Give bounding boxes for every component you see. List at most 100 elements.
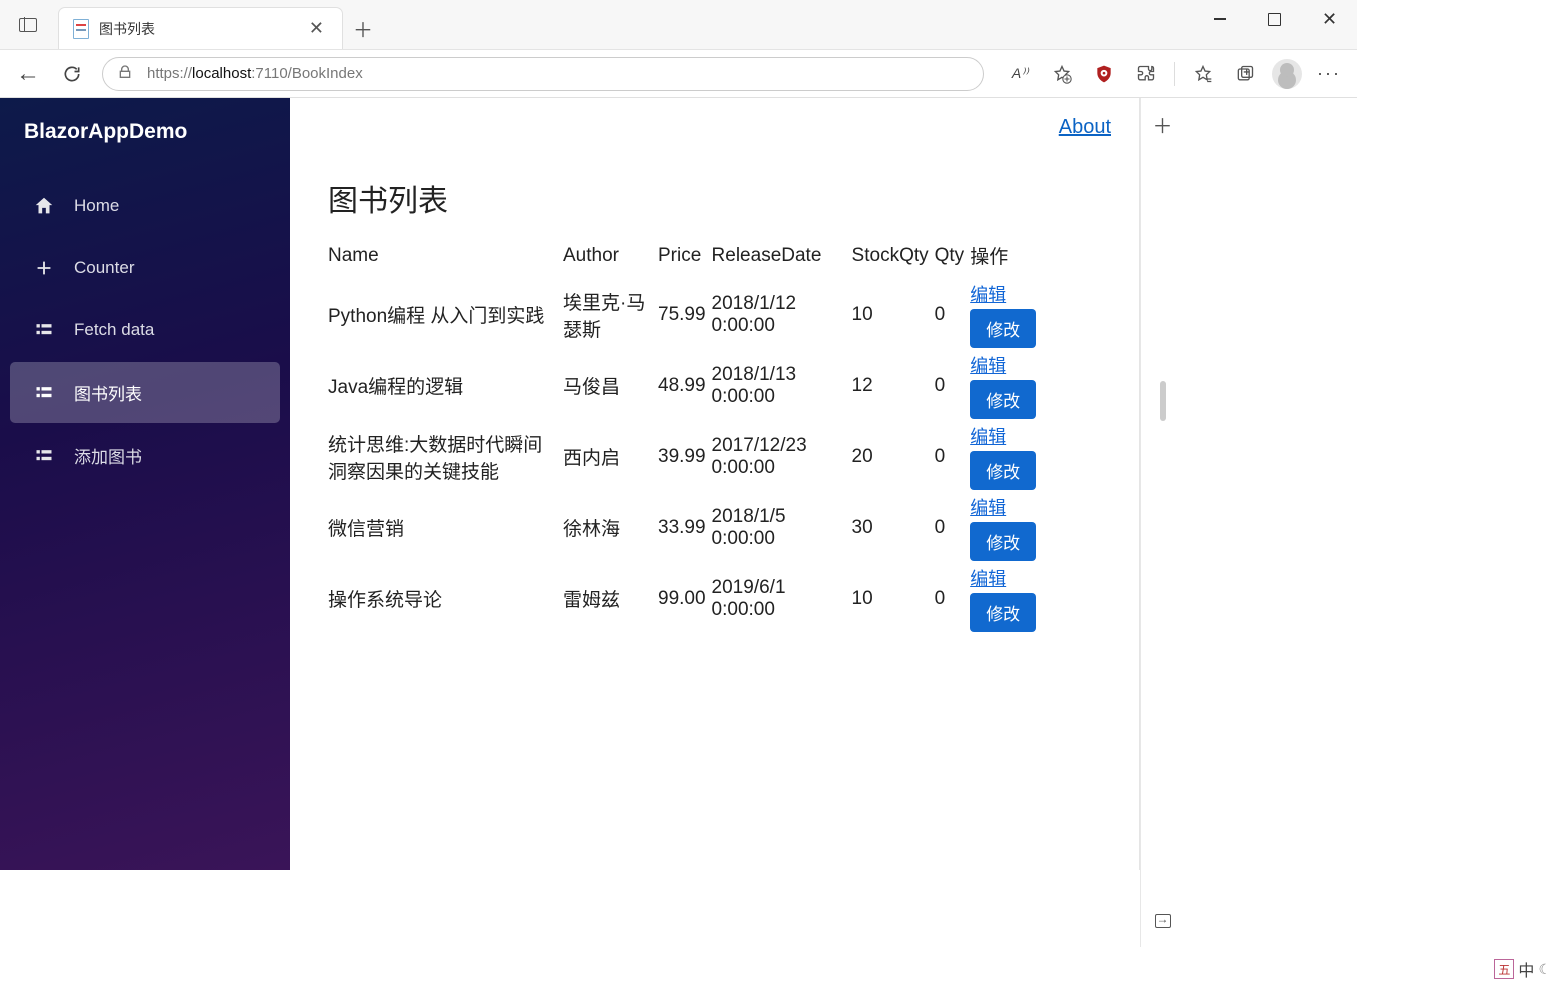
cell-author: 徐林海 (563, 492, 658, 563)
cell-stock: 20 (852, 421, 935, 492)
cell-name: Python编程 从入门到实践 (328, 279, 563, 350)
sidebar-add-button[interactable]: ＋ (1149, 110, 1177, 138)
window-close-button[interactable]: ✕ (1302, 0, 1357, 38)
favorites-hub-button[interactable] (1183, 54, 1223, 94)
cell-price: 75.99 (658, 279, 712, 350)
cell-price: 48.99 (658, 350, 712, 421)
table-row: Java编程的逻辑马俊昌48.992018/1/13 0:00:00120编辑修… (328, 350, 1050, 421)
cell-ops: 编辑修改 (970, 492, 1050, 563)
book-table: Name Author Price ReleaseDate StockQty Q… (328, 238, 1050, 634)
window-maximize-button[interactable] (1247, 0, 1302, 38)
edit-link[interactable]: 编辑 (970, 281, 1044, 307)
tab-close-button[interactable]: ✕ (303, 14, 330, 43)
address-bar[interactable]: https://localhost:7110/BookIndex (102, 57, 984, 91)
puzzle-icon (1136, 64, 1156, 84)
browser-toolbar: ← https://localhost:7110/BookIndex A⁾⁾ ·… (0, 50, 1357, 98)
edit-link[interactable]: 编辑 (970, 565, 1044, 591)
window-minimize-button[interactable] (1192, 0, 1247, 38)
site-lock-icon (117, 64, 133, 84)
about-link[interactable]: About (1059, 116, 1111, 139)
read-aloud-button[interactable]: A⁾⁾ (1000, 54, 1040, 94)
cell-name: 微信营销 (328, 492, 563, 563)
rail-scroll-handle[interactable] (1160, 381, 1166, 421)
star-add-icon (1052, 64, 1072, 84)
tab-favicon-icon (73, 19, 89, 39)
more-button[interactable]: ··· (1309, 54, 1349, 94)
cell-author: 雷姆兹 (563, 563, 658, 634)
cell-name: Java编程的逻辑 (328, 350, 563, 421)
cell-author: 西内启 (563, 421, 658, 492)
col-ops: 操作 (970, 238, 1050, 279)
edit-link[interactable]: 编辑 (970, 352, 1044, 378)
modify-button[interactable]: 修改 (970, 593, 1036, 632)
sidebar-item-4[interactable]: 添加图书 (10, 425, 280, 486)
sidebar-item-1[interactable]: Counter (10, 238, 280, 298)
col-name: Name (328, 238, 563, 279)
table-row: 微信营销徐林海33.992018/1/5 0:00:00300编辑修改 (328, 492, 1050, 563)
ime-theme-icon[interactable]: ☾ (1538, 961, 1551, 978)
cell-release: 2017/12/23 0:00:00 (712, 421, 852, 492)
cell-author: 马俊昌 (563, 350, 658, 421)
tab-overview-button[interactable] (0, 0, 55, 49)
browser-side-rail: ＋ (1140, 98, 1184, 947)
avatar-icon (1272, 59, 1302, 89)
edit-link[interactable]: 编辑 (970, 494, 1044, 520)
toolbar-right: A⁾⁾ ··· (1000, 54, 1349, 94)
app-root: BlazorAppDemo HomeCounterFetch data 图书列表添… (0, 98, 1140, 870)
nav-icon (32, 318, 56, 342)
cell-name: 操作系统导论 (328, 563, 563, 634)
sidebar-item-label: 图书列表 (74, 380, 142, 405)
sidebar-item-label: 添加图书 (74, 443, 142, 468)
ime-mode-box[interactable]: 五 (1494, 959, 1514, 979)
read-aloud-icon: A⁾⁾ (1012, 65, 1028, 82)
modify-button[interactable]: 修改 (970, 522, 1036, 561)
cell-qty: 0 (935, 563, 971, 634)
arrow-left-icon: ← (16, 60, 40, 88)
cell-qty: 0 (935, 279, 971, 350)
tab-actions-icon (19, 18, 37, 32)
sidebar-item-3[interactable]: 图书列表 (10, 362, 280, 423)
col-author: Author (563, 238, 658, 279)
col-qty: Qty (935, 238, 971, 279)
new-tab-button[interactable]: ＋ (343, 7, 383, 49)
nav-icon (32, 256, 56, 280)
cell-release: 2018/1/13 0:00:00 (712, 350, 852, 421)
cell-qty: 0 (935, 492, 971, 563)
app-brand: BlazorAppDemo (0, 98, 290, 174)
edit-link[interactable]: 编辑 (970, 423, 1044, 449)
col-stock: StockQty (852, 238, 935, 279)
profile-button[interactable] (1267, 54, 1307, 94)
ublock-button[interactable] (1084, 54, 1124, 94)
nav-icon (32, 194, 56, 218)
back-button[interactable]: ← (8, 54, 48, 94)
table-row: Python编程 从入门到实践埃里克·马瑟斯75.992018/1/12 0:0… (328, 279, 1050, 350)
cell-stock: 12 (852, 350, 935, 421)
nav-icon (32, 381, 56, 405)
cell-ops: 编辑修改 (970, 563, 1050, 634)
extensions-button[interactable] (1126, 54, 1166, 94)
browser-tab[interactable]: 图书列表 ✕ (58, 7, 343, 49)
ime-lang[interactable]: 中 (1518, 957, 1534, 981)
window-controls: ✕ (1192, 0, 1357, 49)
collections-button[interactable] (1225, 54, 1265, 94)
cell-author: 埃里克·马瑟斯 (563, 279, 658, 350)
modify-button[interactable]: 修改 (970, 451, 1036, 490)
refresh-button[interactable] (52, 54, 92, 94)
url-path: :7110/BookIndex (251, 65, 362, 82)
collections-icon (1235, 64, 1255, 84)
cell-price: 99.00 (658, 563, 712, 634)
cell-release: 2018/1/5 0:00:00 (712, 492, 852, 563)
cell-stock: 30 (852, 492, 935, 563)
sidebar-collapse-button[interactable] (1149, 907, 1177, 935)
sidebar-item-0[interactable]: Home (10, 176, 280, 236)
toolbar-divider (1174, 62, 1175, 86)
modify-button[interactable]: 修改 (970, 309, 1036, 348)
sidebar-item-2[interactable]: Fetch data (10, 300, 280, 360)
modify-button[interactable]: 修改 (970, 380, 1036, 419)
table-row: 操作系统导论雷姆兹99.002019/6/1 0:00:00100编辑修改 (328, 563, 1050, 634)
cell-ops: 编辑修改 (970, 421, 1050, 492)
shield-icon (1094, 64, 1114, 84)
favorite-button[interactable] (1042, 54, 1082, 94)
cell-qty: 0 (935, 350, 971, 421)
cell-release: 2018/1/12 0:00:00 (712, 279, 852, 350)
